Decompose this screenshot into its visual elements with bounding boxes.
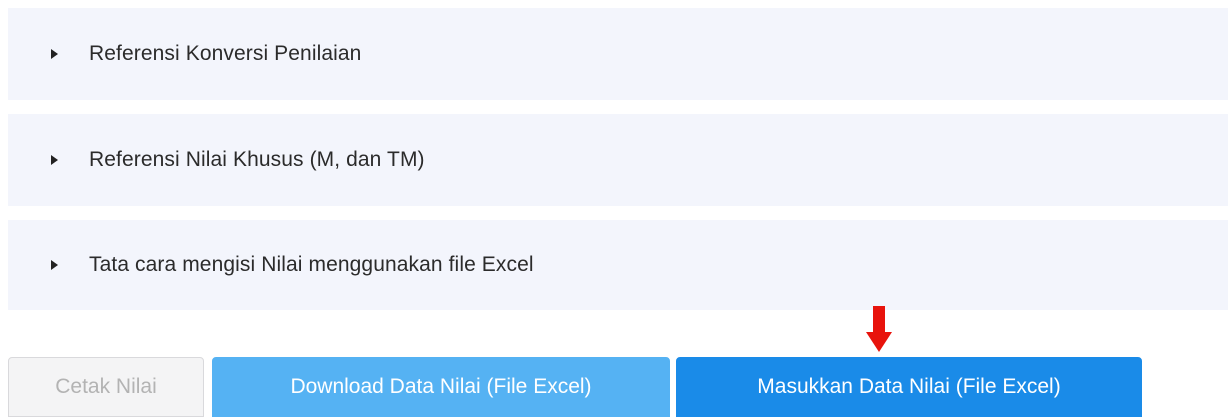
accordion-item-konversi-penilaian[interactable]: Referensi Konversi Penilaian: [8, 8, 1228, 100]
accordion-item-label: Referensi Konversi Penilaian: [89, 42, 362, 65]
upload-grades-excel-button[interactable]: Masukkan Data Nilai (File Excel): [676, 357, 1142, 417]
accordion-item-label: Tata cara mengisi Nilai menggunakan file…: [89, 253, 534, 276]
accordion-item-tata-cara-excel[interactable]: Tata cara mengisi Nilai menggunakan file…: [8, 220, 1228, 310]
page: Referensi Konversi Penilaian Referensi N…: [0, 0, 1228, 417]
red-down-arrow-icon: [866, 306, 892, 352]
print-grades-button[interactable]: Cetak Nilai: [8, 357, 204, 417]
reference-accordion: Referensi Konversi Penilaian Referensi N…: [8, 8, 1228, 310]
download-grades-excel-button[interactable]: Download Data Nilai (File Excel): [212, 357, 670, 417]
caret-right-icon: [51, 155, 58, 165]
accordion-item-nilai-khusus[interactable]: Referensi Nilai Khusus (M, dan TM): [8, 114, 1228, 206]
caret-right-icon: [51, 260, 58, 270]
caret-right-icon: [51, 49, 58, 59]
accordion-item-label: Referensi Nilai Khusus (M, dan TM): [89, 148, 425, 171]
